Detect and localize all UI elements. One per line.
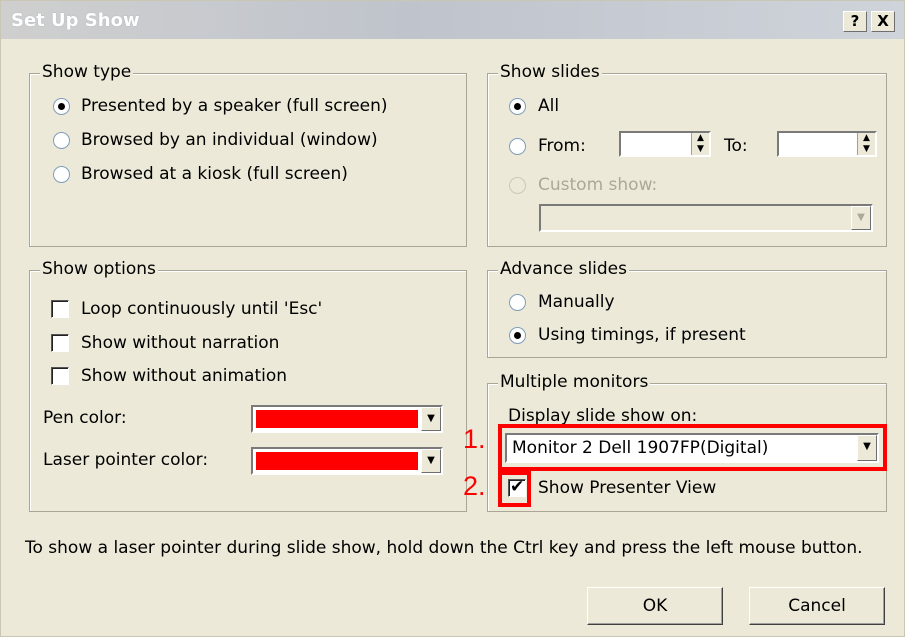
to-spinner[interactable]: ▲ ▼ bbox=[777, 131, 877, 157]
radio-dot bbox=[58, 103, 65, 110]
checkbox-without-animation[interactable] bbox=[51, 367, 69, 385]
radio-browsed-at-kiosk-label[interactable]: Browsed at a kiosk (full screen) bbox=[81, 163, 348, 185]
radio-browsed-at-kiosk[interactable] bbox=[53, 166, 70, 183]
radio-manually[interactable] bbox=[509, 294, 526, 311]
radio-dot bbox=[514, 103, 521, 110]
chevron-down-icon[interactable]: ▼ bbox=[421, 449, 441, 473]
pen-color-label: Pen color: bbox=[43, 408, 127, 428]
show-slides-legend: Show slides bbox=[498, 61, 602, 83]
radio-manually-label[interactable]: Manually bbox=[538, 291, 615, 313]
checkbox-loop-continuously-label[interactable]: Loop continuously until 'Esc' bbox=[81, 298, 322, 320]
radio-all-slides-label[interactable]: All bbox=[538, 95, 559, 117]
annotation-marker-1: 1. bbox=[463, 424, 486, 454]
checkbox-without-narration[interactable] bbox=[51, 334, 69, 352]
to-label: To: bbox=[724, 136, 748, 156]
dialog-title: Set Up Show bbox=[11, 10, 140, 31]
checkbox-show-presenter-view-label[interactable]: Show Presenter View bbox=[538, 477, 716, 499]
pen-color-dropdown[interactable]: ▼ bbox=[251, 405, 443, 433]
radio-from-slides-label[interactable]: From: bbox=[538, 135, 586, 157]
annotation-highlight-presenter-view bbox=[498, 471, 531, 507]
radio-browsed-by-individual-label[interactable]: Browsed by an individual (window) bbox=[81, 129, 378, 151]
title-bar: Set Up Show ? X bbox=[1, 1, 904, 39]
multiple-monitors-legend: Multiple monitors bbox=[498, 371, 651, 393]
annotation-marker-2: 2. bbox=[463, 471, 486, 501]
checkbox-without-narration-label[interactable]: Show without narration bbox=[81, 332, 279, 354]
radio-presented-by-speaker[interactable] bbox=[53, 98, 70, 115]
advance-slides-legend: Advance slides bbox=[498, 258, 629, 280]
help-button[interactable]: ? bbox=[843, 11, 867, 32]
show-options-legend: Show options bbox=[40, 258, 158, 280]
to-spinner-arrows-icon[interactable]: ▲ ▼ bbox=[857, 133, 875, 155]
radio-all-slides[interactable] bbox=[509, 98, 526, 115]
radio-using-timings-label[interactable]: Using timings, if present bbox=[538, 324, 746, 346]
chevron-down-icon: ▼ bbox=[851, 206, 871, 230]
radio-presented-by-speaker-label[interactable]: Presented by a speaker (full screen) bbox=[81, 95, 388, 117]
laser-pointer-hint: To show a laser pointer during slide sho… bbox=[25, 538, 863, 558]
annotation-highlight-monitor bbox=[498, 424, 887, 471]
ok-button[interactable]: OK bbox=[587, 587, 723, 625]
from-spinner-arrows-icon[interactable]: ▲ ▼ bbox=[691, 133, 709, 155]
show-type-legend: Show type bbox=[40, 61, 134, 83]
checkbox-without-animation-label[interactable]: Show without animation bbox=[81, 365, 287, 387]
radio-from-slides[interactable] bbox=[509, 138, 526, 155]
set-up-show-dialog: Set Up Show ? X Show type Presented by a… bbox=[0, 0, 905, 637]
radio-dot bbox=[514, 332, 521, 339]
close-button[interactable]: X bbox=[871, 11, 895, 32]
radio-custom-show bbox=[509, 177, 526, 194]
laser-pointer-color-label: Laser pointer color: bbox=[43, 450, 209, 470]
radio-browsed-by-individual[interactable] bbox=[53, 132, 70, 149]
checkbox-loop-continuously[interactable] bbox=[51, 300, 69, 318]
laser-color-swatch bbox=[256, 452, 418, 470]
custom-show-dropdown: ▼ bbox=[539, 204, 873, 232]
radio-using-timings[interactable] bbox=[509, 327, 526, 344]
laser-pointer-color-dropdown[interactable]: ▼ bbox=[251, 447, 443, 475]
from-spinner[interactable]: ▲ ▼ bbox=[619, 131, 711, 157]
cancel-button[interactable]: Cancel bbox=[749, 587, 885, 625]
pen-color-swatch bbox=[256, 410, 418, 428]
radio-custom-show-label: Custom show: bbox=[538, 175, 658, 195]
chevron-down-icon[interactable]: ▼ bbox=[421, 407, 441, 431]
